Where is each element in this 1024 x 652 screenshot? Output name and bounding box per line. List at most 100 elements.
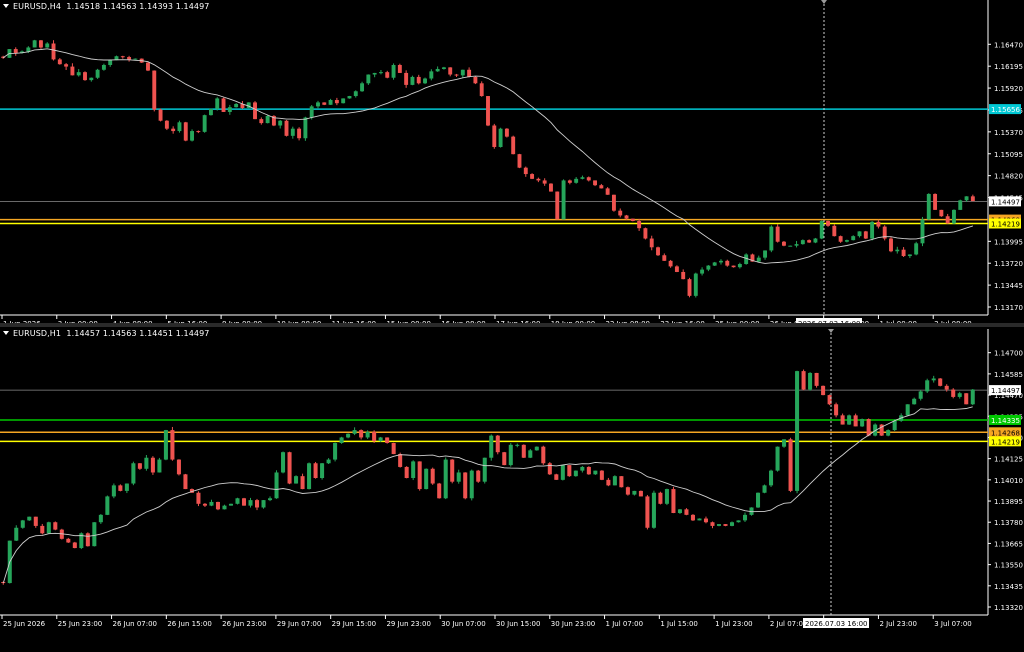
dropdown-triangle-icon[interactable] (3, 4, 9, 8)
candle-body (580, 466, 585, 471)
candle-body (813, 238, 818, 243)
candle-body (492, 125, 497, 147)
candle-body (410, 76, 415, 85)
candle-body (970, 389, 975, 405)
x-tick-label: 25 Jun 23:00 (58, 620, 102, 628)
candle-body (599, 185, 604, 189)
candle-body (27, 516, 32, 521)
candle-body (479, 83, 484, 97)
y-tick-label: 1.15370 (994, 129, 1023, 137)
h1-ohlc-values: 1.14457 1.14563 1.14451 1.14497 (66, 329, 210, 338)
candle-body (118, 485, 123, 491)
candle-body (901, 249, 906, 257)
candle-body (429, 71, 434, 79)
candle-body (889, 238, 893, 252)
candle-body (517, 154, 522, 168)
h1-chart-panel[interactable]: 1.147001.145851.144701.143551.142401.141… (0, 327, 1024, 652)
candle-body (183, 122, 188, 141)
candle-body (876, 221, 881, 227)
candle-body (339, 437, 344, 443)
candle-body (832, 225, 837, 237)
candle-body (105, 496, 110, 515)
candle-body (542, 180, 547, 184)
candle-body (316, 102, 320, 107)
candle-body (925, 380, 930, 392)
candle-body (290, 128, 295, 136)
candle-body (124, 483, 129, 491)
y-tick-label: 1.13780 (994, 519, 1023, 527)
candle-body (731, 265, 736, 268)
candle-body (313, 463, 318, 478)
x-tick-label: 1 Jul 07:00 (606, 620, 644, 628)
candle-body (851, 236, 856, 241)
candle-body (495, 435, 500, 453)
candle-body (912, 398, 917, 405)
candle-body (528, 450, 533, 458)
candle-body (763, 250, 768, 258)
candle-body (437, 483, 442, 499)
candle-body (309, 106, 314, 118)
candle-body (593, 470, 598, 475)
candle-body (268, 498, 273, 501)
candle-body (300, 476, 305, 490)
candle-body (208, 108, 213, 116)
dropdown-triangle-icon[interactable] (3, 331, 9, 335)
x-tick-label: 29 Jun 15:00 (332, 620, 376, 628)
x-tick-label: 1 Jul 23:00 (715, 620, 753, 628)
candle-body (171, 128, 176, 132)
candle-body (892, 420, 897, 431)
candle-body (737, 264, 742, 268)
candle-body (333, 442, 338, 460)
candle-body (926, 193, 931, 220)
candle-body (515, 444, 520, 446)
candle-body (469, 470, 474, 499)
candle-body (467, 69, 472, 77)
candle-body (341, 98, 346, 104)
candle-body (567, 180, 572, 183)
candle-body (838, 236, 843, 242)
h4-chart-panel[interactable]: 1.164701.161951.159201.156451.153701.150… (0, 0, 1024, 323)
price-label-text: 1.14268 (991, 429, 1020, 437)
h4-chart-canvas[interactable]: 1.164701.161951.159201.156451.153701.150… (0, 0, 1024, 323)
candle-body (101, 64, 106, 70)
candle-body (651, 492, 656, 528)
y-tick-label: 1.13170 (994, 304, 1023, 312)
candle-body (612, 476, 617, 486)
candle-body (72, 542, 77, 549)
x-tick-label: 29 Jun 23:00 (386, 620, 430, 628)
candle-body (662, 255, 667, 261)
candle-body (886, 430, 891, 436)
candle-body (618, 210, 623, 216)
candle-body (511, 136, 516, 155)
candle-body (476, 470, 481, 482)
candle-body (53, 522, 58, 530)
candle-body (970, 196, 975, 202)
candle-body (690, 514, 695, 521)
candle-body (508, 444, 513, 466)
candle-body (547, 463, 552, 475)
candle-body (567, 465, 572, 477)
candle-body (76, 72, 81, 76)
candle-body (964, 196, 969, 201)
candle-body (769, 470, 774, 486)
candle-body (14, 527, 19, 541)
candle-body (85, 533, 90, 547)
candle-body (808, 372, 813, 390)
x-tick-label: 1 Jul 15:00 (660, 620, 698, 628)
candle-body (847, 415, 852, 425)
candle-body (712, 262, 717, 266)
candle-body (66, 538, 71, 543)
candle-body (228, 503, 234, 506)
candle-body (152, 70, 157, 110)
candle-body (435, 68, 440, 72)
candle-body (756, 257, 761, 262)
y-tick-label: 1.13435 (994, 583, 1023, 591)
candle-body (158, 109, 163, 121)
candle-body (473, 76, 478, 84)
candle-body (202, 115, 207, 132)
candle-body (700, 269, 705, 274)
y-tick-label: 1.15920 (994, 85, 1023, 93)
y-tick-label: 1.13550 (994, 562, 1023, 570)
x-tick-label: 26 Jun 07:00 (113, 620, 157, 628)
h1-chart-canvas[interactable]: 1.147001.145851.144701.143551.142401.141… (0, 327, 1024, 652)
